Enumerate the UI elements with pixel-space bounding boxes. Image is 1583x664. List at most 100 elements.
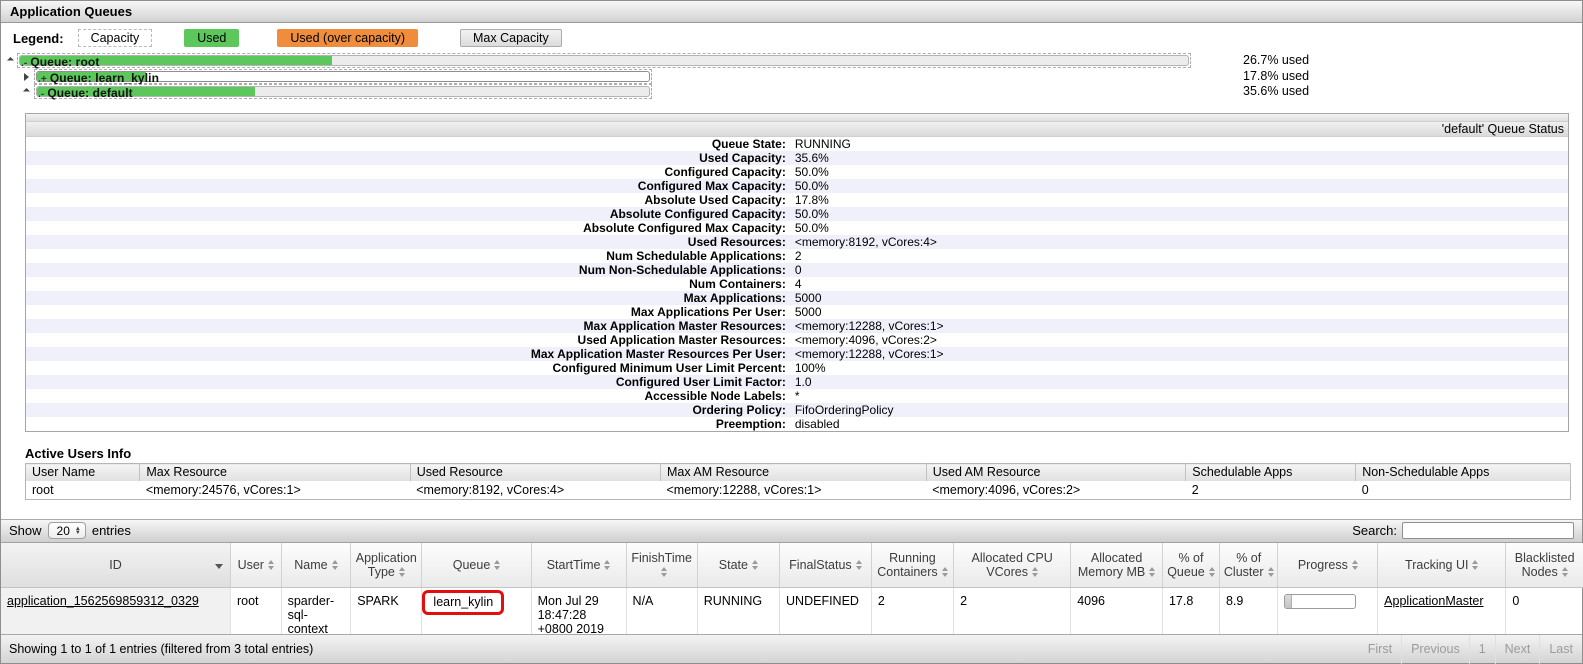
col-queue[interactable]: Queue xyxy=(422,543,531,588)
pagination-previous[interactable]: Previous xyxy=(1401,635,1469,664)
status-label: Configured User Limit Factor: xyxy=(26,375,791,389)
queue-bar-default[interactable]: .-Queue: default xyxy=(34,84,652,99)
col-blacklisted-nodes[interactable]: Blacklisted Nodes xyxy=(1506,543,1583,588)
pagination-last[interactable]: Last xyxy=(1539,635,1582,664)
used-resource-cell: <memory:8192, vCores:4> xyxy=(410,481,660,500)
progress-fill xyxy=(1285,595,1292,608)
status-value: 50.0% xyxy=(791,179,829,193)
applications-section: Show 20 ▲▼ entries Search: ID User Name xyxy=(1,519,1582,644)
queue-status-title: 'default' Queue Status xyxy=(26,122,1568,137)
status-label: Absolute Configured Capacity: xyxy=(26,207,791,221)
sort-icon xyxy=(1562,567,1568,577)
status-label: Configured Capacity: xyxy=(26,165,791,179)
status-value: 50.0% xyxy=(791,221,829,235)
expand-collapse-icon[interactable] xyxy=(24,73,29,81)
col-schedulable-apps: Schedulable Apps xyxy=(1186,464,1356,481)
col-progress[interactable]: Progress xyxy=(1278,543,1378,588)
queue-tree: .-Queue: root 26.7% used .+Queue: learn_… xyxy=(1,53,1582,105)
max-am-resource-cell: <memory:12288, vCores:1> xyxy=(660,481,926,500)
sort-icon xyxy=(1032,567,1038,577)
status-value: <memory:12288, vCores:1> xyxy=(791,319,944,333)
sort-icon xyxy=(1149,567,1155,577)
col-finishtime[interactable]: FinishTime xyxy=(626,543,697,588)
expand-collapse-icon[interactable] xyxy=(23,88,30,95)
pagination-first[interactable]: First xyxy=(1359,635,1401,664)
sort-icon xyxy=(399,567,405,577)
col-tracking-ui[interactable]: Tracking UI xyxy=(1378,543,1506,588)
col-pct-of-cluster[interactable]: % of Cluster xyxy=(1219,543,1278,588)
sort-icon xyxy=(1268,567,1274,577)
table-footer: Showing 1 to 1 of 1 entries (filtered fr… xyxy=(1,634,1582,663)
col-application-type[interactable]: Application Type xyxy=(351,543,422,588)
queue-row-learn-kylin: .+Queue: learn_kylin 17.8% used xyxy=(1,69,1582,84)
col-name[interactable]: Name xyxy=(281,543,351,588)
col-allocated-memory-mb[interactable]: Allocated Memory MB xyxy=(1071,543,1163,588)
status-value: <memory:12288, vCores:1> xyxy=(791,347,944,361)
queue-used-percent: 35.6% used xyxy=(1243,84,1309,98)
tree-toggle-icon[interactable]: .- xyxy=(38,89,44,100)
col-id[interactable]: ID xyxy=(1,543,230,588)
non-schedulable-apps-cell: 0 xyxy=(1356,481,1571,500)
showing-entries-text: Showing 1 to 1 of 1 entries (filtered fr… xyxy=(9,642,313,656)
status-value: 5000 xyxy=(791,291,822,305)
col-starttime[interactable]: StartTime xyxy=(531,543,626,588)
status-label: Num Containers: xyxy=(26,277,791,291)
col-max-am-resource: Max AM Resource xyxy=(660,464,926,481)
tree-toggle-icon[interactable]: .- xyxy=(21,58,27,69)
sort-icon xyxy=(1209,567,1215,577)
status-label: Used Resources: xyxy=(26,235,791,249)
progress-bar xyxy=(1284,594,1356,609)
sort-icon xyxy=(1352,560,1358,570)
sort-desc-icon xyxy=(215,564,223,569)
col-allocated-cpu-vcores[interactable]: Allocated CPU VCores xyxy=(954,543,1071,588)
pagination-next[interactable]: Next xyxy=(1495,635,1540,664)
status-label: Preemption: xyxy=(26,417,791,431)
col-state[interactable]: State xyxy=(697,543,779,588)
pagination-page-1[interactable]: 1 xyxy=(1469,635,1495,664)
sort-icon xyxy=(1472,560,1478,570)
application-queues-header[interactable]: Application Queues xyxy=(1,1,1582,23)
legend-capacity-swatch: Capacity xyxy=(78,29,153,47)
queue-used-percent: 17.8% used xyxy=(1243,69,1309,83)
legend-label: Legend: xyxy=(13,31,64,46)
page-title: Application Queues xyxy=(10,4,132,19)
queue-bar-root[interactable]: .-Queue: root xyxy=(17,53,1191,68)
application-id-link[interactable]: application_1562569859312_0329 xyxy=(7,594,199,608)
search-label: Search: xyxy=(1352,523,1397,538)
col-non-schedulable-apps: Non-Schedulable Apps xyxy=(1356,464,1571,481)
page-size-select[interactable]: 20 ▲▼ xyxy=(48,522,86,539)
legend: Legend: Capacity Used Used (over capacit… xyxy=(1,23,1582,51)
tree-toggle-icon[interactable]: .+ xyxy=(38,74,47,85)
used-am-resource-cell: <memory:4096, vCores:2> xyxy=(926,481,1186,500)
col-pct-of-queue[interactable]: % of Queue xyxy=(1162,543,1219,588)
status-label: Used Application Master Resources: xyxy=(26,333,791,347)
status-value: <memory:8192, vCores:4> xyxy=(791,235,937,249)
expand-collapse-icon[interactable] xyxy=(7,57,14,64)
stepper-icon: ▲▼ xyxy=(75,527,81,535)
col-finalstatus[interactable]: FinalStatus xyxy=(780,543,872,588)
col-running-containers[interactable]: Running Containers xyxy=(871,543,953,588)
status-value: 35.6% xyxy=(791,151,829,165)
applications-table: ID User Name Application Type Queue Star… xyxy=(1,543,1583,644)
status-label: Configured Minimum User Limit Percent: xyxy=(26,361,791,375)
legend-max-capacity-swatch: Max Capacity xyxy=(460,29,562,47)
queue-bar-learn-kylin[interactable]: .+Queue: learn_kylin xyxy=(34,69,652,84)
queue-label: .+Queue: learn_kylin xyxy=(38,71,159,85)
legend-over-capacity-swatch: Used (over capacity) xyxy=(277,29,418,47)
status-value: 50.0% xyxy=(791,165,829,179)
search-input[interactable] xyxy=(1402,522,1574,539)
status-value: 100% xyxy=(791,361,826,375)
col-used-resource: Used Resource xyxy=(410,464,660,481)
sort-icon xyxy=(661,567,667,577)
col-user[interactable]: User xyxy=(230,543,281,588)
status-label: Max Application Master Resources: xyxy=(26,319,791,333)
queue-row-default: .-Queue: default 35.6% used xyxy=(1,84,1582,99)
status-label: Queue State: xyxy=(26,137,791,151)
active-users-heading: Active Users Info xyxy=(25,446,1582,461)
status-label: Max Applications Per User: xyxy=(26,305,791,319)
status-label: Absolute Used Capacity: xyxy=(26,193,791,207)
sort-icon xyxy=(268,560,274,570)
application-master-link[interactable]: ApplicationMaster xyxy=(1384,594,1483,608)
scheduler-page: Application Queues Legend: Capacity Used… xyxy=(0,0,1583,664)
status-value: disabled xyxy=(791,417,840,431)
